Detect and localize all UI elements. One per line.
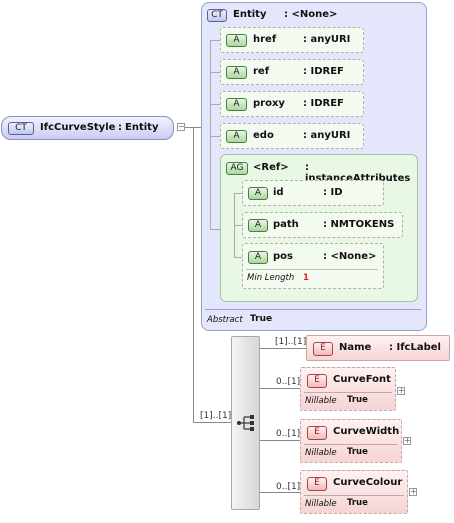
attribute-icon: A [226,98,247,111]
connector-seq-curvecolour [260,492,300,493]
attribute-name: ref [253,66,270,77]
element-icon: E [307,477,327,491]
element-icon: E [307,374,327,388]
attribute-icon: A [248,251,268,264]
base-name: Entity [233,9,267,20]
connector-to-sequence [193,422,231,423]
connector-seq-name [260,348,306,349]
curvecolour-cardinality: 0..[1] [276,482,301,492]
element-divider [304,495,404,496]
connector-attr-href [210,40,220,41]
connector-attr-proxy [210,104,220,105]
attribute-icon: A [226,66,247,79]
connector-seq-curvefont [260,388,300,389]
complex-type-icon: CT [8,122,34,135]
attribute-name: edo [253,130,274,141]
connector-to-base [193,127,201,128]
nillable-label: Nillable [305,396,337,406]
connector-group-pos [234,257,242,258]
min-length-label: Min Length [247,273,295,283]
attribute-icon: A [226,34,247,47]
min-length-value: 1 [303,273,309,283]
nillable-value: True [347,395,368,405]
attribute-name: href [253,34,277,45]
attribute-proxy[interactable]: A proxy : IDREF [220,91,364,117]
attribute-type: : IDREF [303,66,344,77]
sequence-compositor[interactable] [231,336,260,510]
element-label: CurveFont [333,374,391,385]
nillable-label: Nillable [305,499,337,509]
attribute-name: path [273,219,299,230]
nillable-label: Nillable [305,448,337,458]
attribute-type: : anyURI [303,34,351,45]
element-label: CurveWidth [333,426,400,437]
attribute-edo[interactable]: A edo : anyURI [220,123,364,149]
element-curvewidth[interactable]: E CurveWidth Nillable True [300,419,402,463]
connector-attr-group [210,229,220,230]
connector-group-id [234,193,242,194]
element-curvecolour[interactable]: E CurveColour Nillable True [300,470,408,514]
root-complex-type[interactable]: CT IfcCurveStyle : Entity [1,116,174,140]
expand-curvefont-icon[interactable]: + [397,387,405,395]
connector-attr-ref [210,72,220,73]
element-divider [304,444,398,445]
connector-attr-edo [210,136,220,137]
connector-seq-curvewidth [260,440,300,441]
base-complex-type-icon: CT [207,9,227,22]
base-divider [205,309,421,310]
abstract-value: True [250,314,273,324]
connector-attr-trunk [210,40,211,229]
element-label: Name [339,342,372,353]
attribute-type: : <None> [323,251,377,262]
collapse-root-icon[interactable]: − [177,123,185,131]
attribute-icon: A [248,187,268,200]
attribute-path[interactable]: A path : NMTOKENS [242,212,403,238]
element-name[interactable]: E Name : IfcLabel [306,335,450,361]
connector-trunk [193,127,194,422]
facet-divider [246,269,378,270]
sequence-icon [237,415,254,431]
name-cardinality: [1]..[1] [275,337,307,347]
attribute-type: : NMTOKENS [323,219,395,230]
element-curvefont[interactable]: E CurveFont Nillable True [300,367,396,411]
curvefont-cardinality: 0..[1] [276,377,301,387]
root-separator: : [118,122,122,133]
element-icon: E [307,426,327,440]
nillable-value: True [347,447,368,457]
attribute-icon: A [248,219,268,232]
group-name: <Ref> [253,162,289,173]
element-divider [304,392,392,393]
attribute-type: : IDREF [303,98,344,109]
base-type: : <None> [284,9,338,20]
attribute-href[interactable]: A href : anyURI [220,27,364,53]
attribute-type: : anyURI [303,130,351,141]
curvewidth-cardinality: 0..[1] [276,429,301,439]
connector-group-path [234,225,242,226]
element-icon: E [313,342,333,356]
attribute-pos[interactable]: A pos : <None> Min Length 1 [242,243,384,289]
attribute-name: id [273,187,284,198]
element-label: CurveColour [333,477,403,488]
abstract-label: Abstract [207,315,243,325]
attribute-id[interactable]: A id : ID [242,180,384,206]
root-name: IfcCurveStyle [40,122,116,133]
expand-curvewidth-icon[interactable]: + [403,437,411,445]
sequence-cardinality: [1]..[1] [200,411,232,421]
nillable-value: True [347,498,368,508]
element-type: : IfcLabel [389,342,441,353]
attribute-icon: A [226,130,247,143]
attribute-name: proxy [253,98,285,109]
attribute-ref[interactable]: A ref : IDREF [220,59,364,85]
root-type: Entity [125,122,159,133]
attribute-group-icon: AG [226,162,248,175]
attribute-type: : ID [323,187,343,198]
expand-curvecolour-icon[interactable]: + [409,488,417,496]
attribute-name: pos [273,251,293,262]
